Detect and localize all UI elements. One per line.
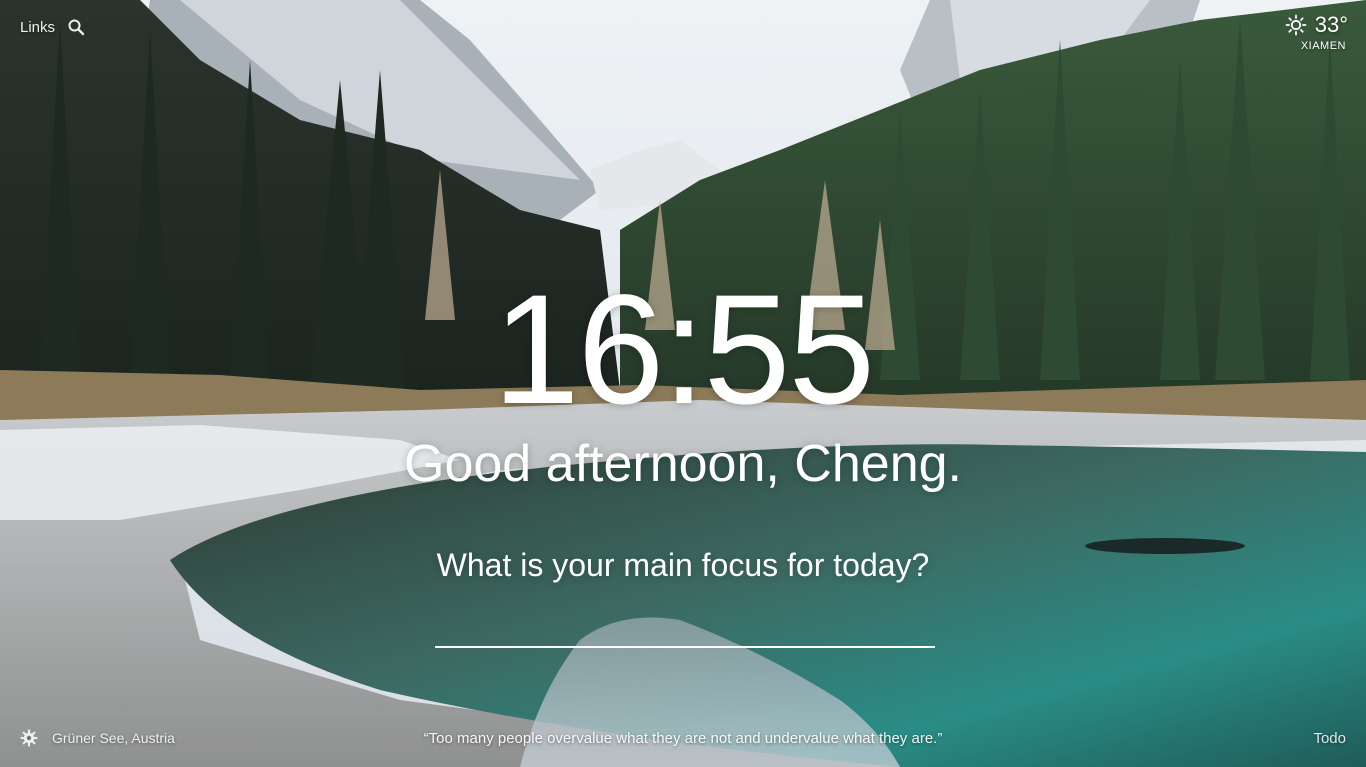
sun-icon	[1285, 14, 1307, 36]
daily-quote: “Too many people overvalue what they are…	[423, 730, 943, 747]
search-icon[interactable]	[67, 18, 85, 36]
temperature: 33°	[1314, 12, 1348, 37]
top-left-bar: Links	[20, 18, 85, 36]
weather-city: XIAMEN	[1300, 40, 1346, 52]
todo-button[interactable]: Todo	[1313, 730, 1346, 747]
weather-row: 33°	[1285, 12, 1348, 38]
clock[interactable]: 16:55	[0, 270, 1366, 430]
weather-widget[interactable]: 33° XIAMEN	[1285, 12, 1348, 52]
greeting[interactable]: Good afternoon, Cheng.	[0, 434, 1366, 494]
focus-input[interactable]	[435, 610, 935, 648]
focus-prompt: What is your main focus for today?	[436, 547, 930, 583]
links-button[interactable]: Links	[20, 19, 55, 36]
